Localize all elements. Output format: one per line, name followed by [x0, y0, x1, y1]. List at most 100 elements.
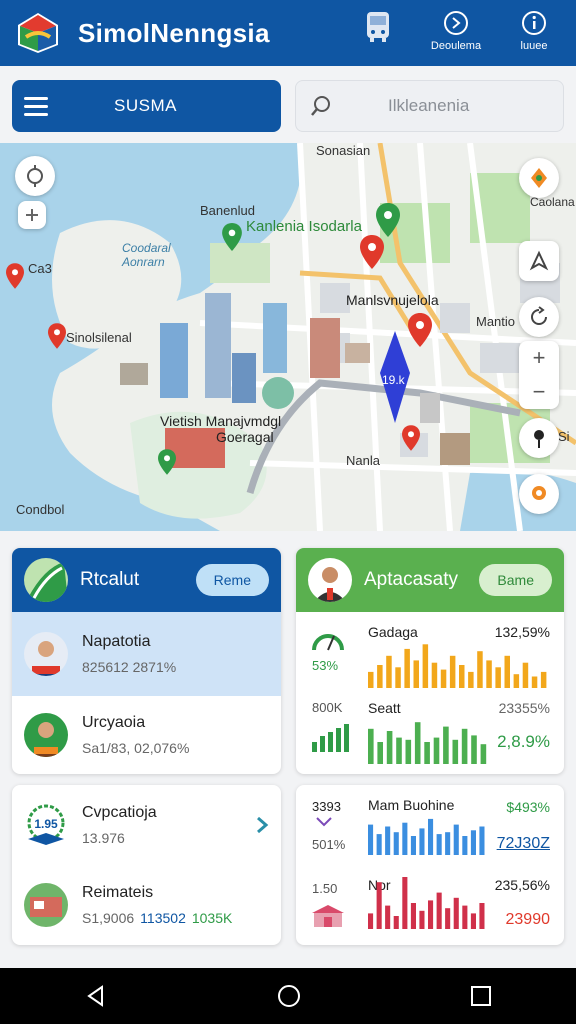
layers-button[interactable] — [519, 158, 559, 198]
card-avatar — [308, 558, 352, 602]
card-header: Rtcalut Reme — [12, 548, 281, 612]
stat-label: Seatt — [368, 700, 401, 716]
stat-bar — [445, 832, 451, 855]
stat-bar — [368, 824, 374, 855]
stat-bar — [376, 882, 382, 929]
stat-bar — [540, 671, 547, 688]
menu-button[interactable]: SUSMA — [12, 80, 281, 132]
stat-bar — [470, 830, 476, 855]
card-title: Rtcalut — [80, 569, 140, 590]
zoom-out-button[interactable]: − — [519, 375, 559, 409]
stat-bar — [440, 669, 447, 688]
navigation-icon — [529, 250, 549, 271]
green-pin-icon[interactable] — [158, 449, 176, 475]
app-header: SimolNenngsia Deoulema luuee — [0, 0, 576, 66]
stat-bar — [486, 660, 492, 688]
stat-bar — [471, 735, 477, 764]
red-pin-icon[interactable] — [6, 263, 24, 289]
red-pin-icon[interactable] — [360, 235, 384, 269]
stat-bar — [410, 836, 416, 855]
stat-bar — [436, 892, 442, 929]
list-item[interactable]: Urcyaoia Sa1/83, 02,076% — [12, 696, 281, 774]
stat-bar — [477, 651, 483, 688]
app-logo — [14, 11, 62, 55]
badge-icon: 1.95 — [27, 804, 65, 845]
map-label-district: Manlsvnujelola — [346, 292, 439, 308]
green-pin-icon[interactable] — [222, 223, 242, 251]
recenter-button[interactable] — [519, 297, 559, 337]
red-pin-icon[interactable] — [408, 313, 432, 347]
map-view[interactable]: Sonasian Banenlud Kanlenia Isodarla Cood… — [0, 143, 576, 531]
menu-label: SUSMA — [114, 96, 177, 115]
stat-value-2: 2,8.9% — [497, 732, 550, 751]
card-left-top: Rtcalut Reme Napatotia 825612 2871% Urcy… — [12, 548, 281, 774]
stat-side-b: 800K — [312, 700, 343, 715]
header-actions: Deoulema luuee — [350, 10, 562, 52]
back-icon[interactable] — [84, 984, 108, 1008]
green-pin-icon[interactable] — [376, 203, 400, 237]
direction-button[interactable] — [519, 241, 559, 281]
list-item-name: Cvpcatioja — [82, 804, 157, 821]
stat-bar — [419, 910, 425, 929]
map-label-top: Sonasian — [316, 143, 371, 158]
list-item-name: Reimateis — [82, 884, 154, 901]
pin-button[interactable] — [519, 418, 559, 458]
list-item[interactable]: 1.95 Cvpcatioja 13.976 — [12, 785, 281, 865]
map-label-small-a: Nanla — [346, 453, 380, 468]
stat-bar — [402, 877, 408, 929]
stat-side-a: 3393 — [312, 799, 341, 814]
search-bar[interactable] — [295, 80, 564, 132]
stat-label: Mam Buohine — [368, 797, 455, 813]
card-title: Aptacasaty — [364, 569, 458, 590]
stat-bar — [424, 742, 430, 764]
stat-bar — [393, 832, 399, 855]
stat-value-2: 23990 — [505, 911, 551, 928]
list-item-name: Napatotia — [82, 633, 151, 650]
stat-bar — [368, 913, 374, 929]
zoom-controls: + − — [519, 341, 559, 409]
recents-icon[interactable] — [470, 985, 492, 1007]
card-action-pill[interactable]: Bame — [479, 564, 552, 596]
stat-side-b: 501% — [312, 837, 346, 852]
list-item-sub: Sa1/83, 02,076% — [82, 740, 190, 756]
red-pin-icon[interactable] — [402, 425, 420, 451]
stat-bar — [368, 671, 374, 688]
thumbnail — [24, 883, 68, 927]
stat-bar — [522, 662, 529, 688]
stat-bar — [461, 728, 468, 764]
stat-bar — [377, 742, 383, 764]
map-label-center-a: Vietish Manajvmdgl — [160, 413, 282, 429]
pin-stack-icon — [531, 168, 547, 188]
avatar — [24, 632, 68, 676]
stat-bar — [386, 655, 392, 688]
info-icon — [522, 11, 546, 35]
red-pin-icon[interactable] — [48, 323, 66, 349]
zoom-in-button[interactable]: + — [519, 341, 559, 375]
transit-button[interactable] — [350, 10, 406, 48]
place-button[interactable] — [519, 474, 559, 514]
map-label-pin-a: Ca3 — [28, 261, 52, 276]
info-button[interactable]: luuee — [506, 10, 562, 52]
stat-bars — [368, 644, 547, 688]
profile-button[interactable]: Deoulema — [428, 10, 484, 52]
compass-button[interactable] — [18, 201, 46, 229]
map-label-edge: Si — [558, 429, 570, 444]
chevron-right-icon[interactable] — [255, 816, 269, 834]
stat-bars — [368, 818, 485, 855]
search-icon — [311, 96, 330, 116]
stat-bar — [479, 826, 485, 855]
search-input[interactable] — [388, 96, 538, 116]
list-item[interactable]: Reimateis S1,9006 113502 1035K — [12, 865, 281, 945]
stat-bar — [395, 667, 401, 688]
locate-button[interactable] — [15, 156, 55, 196]
map-label-park: Kanlenia Isodarla — [246, 218, 362, 235]
stat-bar — [413, 660, 419, 688]
card-right-bottom: 3393 501% 1.50 Mam Buohine $493% 72J30Z … — [296, 785, 564, 945]
map-label-place-a: Banenlud — [200, 203, 255, 218]
card-action-pill[interactable]: Reme — [195, 564, 269, 596]
home-icon[interactable] — [276, 983, 302, 1009]
stat-bar — [495, 667, 501, 688]
card-header: Aptacasaty Bame — [296, 548, 564, 612]
list-item[interactable]: Napatotia 825612 2871% — [12, 612, 281, 696]
stat-bar — [393, 916, 399, 929]
